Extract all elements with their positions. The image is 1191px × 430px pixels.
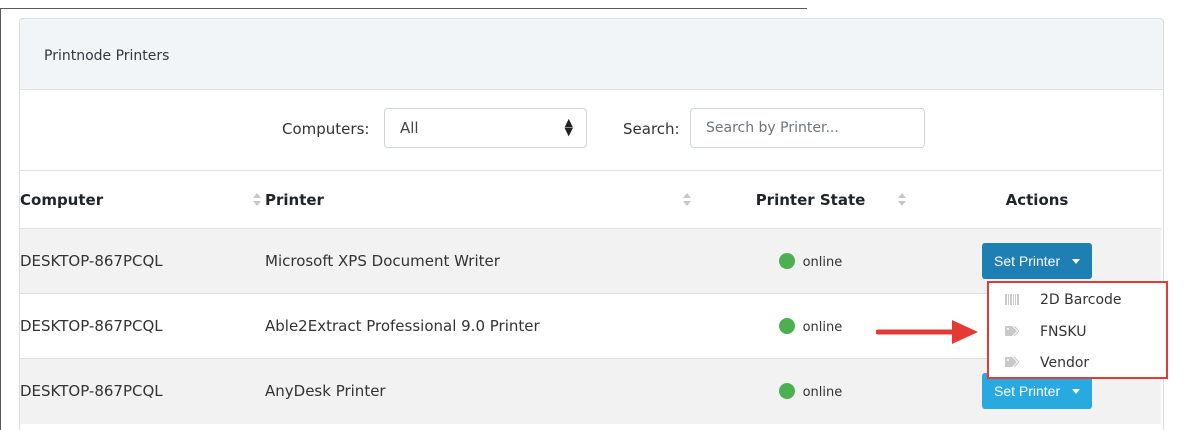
state-label: online bbox=[802, 255, 843, 270]
table-header-row: Computer Printer Printer State Actions bbox=[20, 170, 1161, 229]
select-caret-icon: ▲ ▼ bbox=[564, 116, 573, 138]
sort-icon[interactable] bbox=[898, 193, 907, 207]
dropdown-item-label: FNSKU bbox=[1040, 324, 1087, 340]
cell-computer: DESKTOP-867PCQL bbox=[20, 228, 265, 294]
tag-icon bbox=[1005, 326, 1019, 337]
tag-icon bbox=[1005, 357, 1019, 368]
cell-state: online bbox=[708, 358, 913, 424]
column-header-state[interactable]: Printer State bbox=[708, 170, 913, 229]
barcode-icon bbox=[1005, 294, 1019, 305]
column-header-computer-label: Computer bbox=[20, 190, 104, 209]
set-printer-dropdown-menu: 2D Barcode FNSKU Vendor bbox=[987, 281, 1168, 379]
filter-bar: Computers: All ▲ ▼ Search: bbox=[20, 108, 1163, 152]
caret-down-icon bbox=[1072, 259, 1081, 264]
state-label: online bbox=[802, 320, 843, 335]
window-edge-top bbox=[0, 8, 807, 9]
column-header-actions-label: Actions bbox=[1005, 190, 1069, 209]
window-edge-left bbox=[0, 8, 1, 430]
computers-select-value: All bbox=[400, 119, 419, 137]
cell-printer: Able2Extract Professional 9.0 Printer bbox=[265, 293, 708, 359]
card-title: Printnode Printers bbox=[44, 48, 170, 64]
column-header-printer-label: Printer bbox=[265, 190, 324, 209]
sort-icon[interactable] bbox=[253, 193, 262, 207]
column-header-computer[interactable]: Computer bbox=[20, 170, 265, 229]
annotation-arrow-icon bbox=[876, 320, 978, 344]
cell-state: online bbox=[708, 228, 913, 294]
set-printer-button[interactable]: Set Printer bbox=[981, 243, 1093, 279]
online-status-dot-icon bbox=[778, 383, 795, 400]
computers-label: Computers: bbox=[282, 120, 370, 138]
set-printer-button-label: Set Printer bbox=[993, 253, 1061, 269]
sort-icon[interactable] bbox=[683, 193, 692, 207]
online-status-dot-icon bbox=[778, 318, 795, 334]
cell-printer: Microsoft XPS Document Writer bbox=[265, 228, 708, 294]
cell-computer: DESKTOP-867PCQL bbox=[20, 293, 265, 359]
cell-printer: AnyDesk Printer bbox=[265, 358, 708, 424]
column-header-actions: Actions bbox=[913, 170, 1161, 229]
computers-select[interactable]: All ▲ ▼ bbox=[384, 108, 587, 148]
column-header-printer[interactable]: Printer bbox=[265, 170, 708, 229]
search-input[interactable] bbox=[690, 108, 925, 148]
online-status-dot-icon bbox=[778, 253, 795, 269]
caret-down-icon bbox=[1072, 389, 1081, 395]
cell-computer: DESKTOP-867PCQL bbox=[20, 358, 265, 424]
card-header: Printnode Printers bbox=[20, 19, 1163, 90]
search-label: Search: bbox=[623, 120, 680, 138]
screenshot-stage: Printnode Printers Computers: All ▲ ▼ Sea… bbox=[0, 0, 1191, 430]
set-printer-button-label: Set Printer bbox=[993, 383, 1061, 400]
dropdown-item-label: 2D Barcode bbox=[1040, 292, 1122, 308]
dropdown-item-label: Vendor bbox=[1040, 355, 1090, 371]
state-label: online bbox=[802, 385, 843, 401]
column-header-state-label: Printer State bbox=[755, 190, 866, 209]
